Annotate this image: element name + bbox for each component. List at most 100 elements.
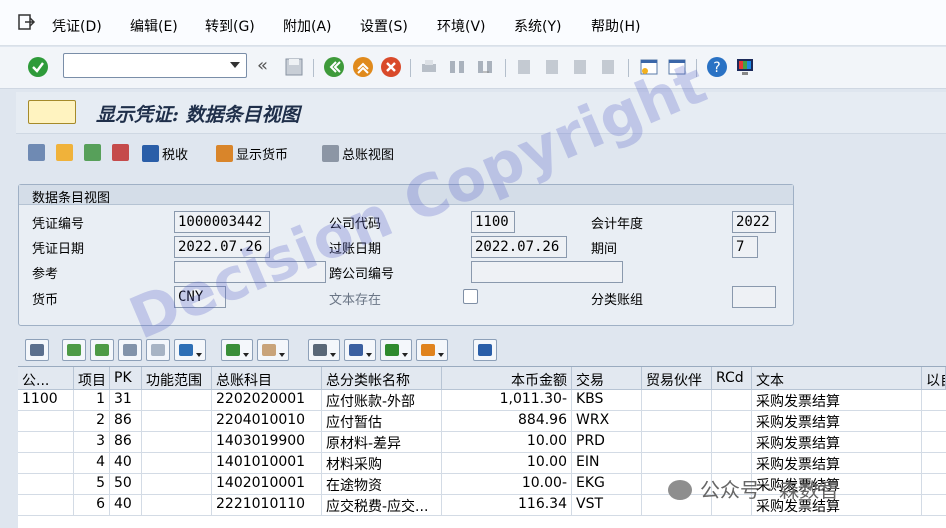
period-label: 期间 <box>591 242 618 257</box>
help-icon[interactable]: ? <box>706 56 728 78</box>
other-document-icon[interactable] <box>56 144 76 162</box>
menu-settings[interactable]: 设置(S) <box>360 16 408 36</box>
table-row[interactable]: 3 86 1403019900 原材料-差异 10.00 PRD 采购发票结算 <box>18 432 946 453</box>
display-overview-icon[interactable] <box>84 144 104 162</box>
table-row[interactable]: 2 86 2204010010 应付暂估 884.96 WRX 采购发票结算 <box>18 411 946 432</box>
text-exists-checkbox[interactable] <box>463 289 478 304</box>
reference-field[interactable] <box>174 261 326 283</box>
page-title: 显示凭证: 数据条目视图 <box>96 104 300 126</box>
fiscal-year-field[interactable]: 2022 <box>732 211 776 233</box>
table-row[interactable]: 4 40 1401010001 材料采购 10.00 EIN 采购发票结算 <box>18 453 946 474</box>
col-pk[interactable]: PK <box>110 367 142 390</box>
display-currency-button[interactable]: 显示货币 <box>216 144 288 163</box>
total-icon[interactable] <box>221 339 253 361</box>
first-page-icon[interactable] <box>513 56 535 78</box>
col-gl-account[interactable]: 总账科目 <box>212 367 322 390</box>
command-field[interactable] <box>63 53 247 78</box>
menu-goto[interactable]: 转到(G) <box>205 16 255 36</box>
col-company-code[interactable]: 公... <box>18 367 74 390</box>
svg-text:?: ? <box>713 60 720 76</box>
application-toolbar: 税收 显示货币 总账视图 <box>16 140 946 170</box>
cancel-icon[interactable] <box>380 56 402 78</box>
col-amount[interactable]: 本币金额 <box>442 367 572 390</box>
col-gl-name[interactable]: 总分类帐名称 <box>322 367 442 390</box>
menu-document[interactable]: 凭证(D) <box>52 16 102 36</box>
menu-bar: 凭证(D) 编辑(E) 转到(G) 附加(A) 设置(S) 环境(V) 系统(Y… <box>0 0 946 46</box>
display-hat-icon[interactable] <box>112 144 132 162</box>
menu-environment[interactable]: 环境(V) <box>437 16 486 36</box>
doc-date-label: 凭证日期 <box>32 242 85 257</box>
cross-company-label: 跨公司编号 <box>329 267 395 282</box>
sort-descending-icon[interactable] <box>90 339 114 361</box>
doc-number-label: 凭证编号 <box>32 217 85 232</box>
subtotal-icon[interactable] <box>257 339 289 361</box>
col-rcd[interactable]: RCd <box>712 367 752 390</box>
title-bar: 显示凭证: 数据条目视图 <box>16 92 946 134</box>
filter-icon[interactable] <box>174 339 206 361</box>
gl-view-button[interactable]: 总账视图 <box>322 144 394 163</box>
posting-date-label: 过账日期 <box>329 242 382 257</box>
ledger-group-field[interactable] <box>732 286 776 308</box>
customize-layout-icon[interactable] <box>734 56 756 78</box>
group-title: 数据条目视图 <box>19 185 793 206</box>
menu-edit[interactable]: 编辑(E) <box>130 16 178 36</box>
find-icon[interactable] <box>446 56 468 78</box>
currency-label: 货币 <box>32 293 59 308</box>
nav-back-icon[interactable]: « <box>257 55 268 76</box>
reference-label: 参考 <box>32 267 59 282</box>
shortcut-icon[interactable] <box>666 56 688 78</box>
details-icon[interactable] <box>25 339 49 361</box>
text-exists-label: 文本存在 <box>329 293 382 308</box>
export-icon[interactable] <box>380 339 412 361</box>
menu-extras[interactable]: 附加(A) <box>283 16 332 36</box>
save-icon[interactable] <box>283 56 305 78</box>
cross-company-field[interactable] <box>471 261 623 283</box>
information-icon[interactable] <box>473 339 497 361</box>
menu-system[interactable]: 系统(Y) <box>514 16 561 36</box>
wechat-icon <box>668 480 692 500</box>
print-icon[interactable] <box>418 56 440 78</box>
doc-number-field[interactable]: 1000003442 <box>174 211 270 233</box>
menu-options-button[interactable] <box>28 100 76 124</box>
col-functional-area[interactable]: 功能范围 <box>142 367 212 390</box>
line-item-grid: 公... 项目 PK 功能范围 总账科目 总分类帐名称 本币金额 交易 贸易伙伴… <box>18 366 946 528</box>
fiscal-year-label: 会计年度 <box>591 217 644 232</box>
exit-icon[interactable] <box>16 12 36 32</box>
currency-field[interactable]: CNY <box>174 286 226 308</box>
layout-icon[interactable] <box>416 339 448 361</box>
find-next-icon[interactable] <box>474 56 496 78</box>
company-code-label: 公司代码 <box>329 217 382 232</box>
header-group: 数据条目视图 凭证编号 1000003442 公司代码 1100 会计年度 20… <box>18 184 794 326</box>
company-code-field[interactable]: 1100 <box>471 211 515 233</box>
col-transaction[interactable]: 交易 <box>572 367 642 390</box>
enter-icon[interactable] <box>27 56 49 78</box>
command-dropdown-icon[interactable] <box>230 62 240 68</box>
find-grid-icon[interactable] <box>118 339 142 361</box>
views-icon[interactable] <box>344 339 376 361</box>
table-row[interactable]: 1100 1 31 2202020001 应付账款-外部 1,011.30- K… <box>18 390 946 411</box>
ledger-icon <box>322 145 339 162</box>
ledger-group-label: 分类账组 <box>591 293 644 308</box>
posting-date-field[interactable]: 2022.07.26 <box>471 236 567 258</box>
col-item[interactable]: 项目 <box>74 367 110 390</box>
col-trading-partner[interactable]: 贸易伙伴 <box>642 367 712 390</box>
menu-help[interactable]: 帮助(H) <box>591 16 640 36</box>
grid-toolbar <box>18 336 946 364</box>
exit-round-icon[interactable] <box>352 56 374 78</box>
back-icon[interactable] <box>323 56 345 78</box>
info-icon <box>142 145 159 162</box>
period-field[interactable]: 7 <box>732 236 758 258</box>
find-next-grid-icon[interactable] <box>146 339 170 361</box>
last-page-icon[interactable] <box>597 56 619 78</box>
next-page-icon[interactable] <box>569 56 591 78</box>
footer-brand: 公众号 · 森数智 <box>668 474 839 503</box>
sort-ascending-icon[interactable] <box>62 339 86 361</box>
previous-page-icon[interactable] <box>541 56 563 78</box>
col-text[interactable]: 文本 <box>752 367 922 390</box>
new-session-icon[interactable] <box>638 56 660 78</box>
col-assignment[interactable]: 以自 <box>922 367 946 390</box>
change-icon[interactable] <box>28 144 48 162</box>
tax-button[interactable]: 税收 <box>142 144 188 163</box>
print-preview-icon[interactable] <box>308 339 340 361</box>
doc-date-field[interactable]: 2022.07.26 <box>174 236 270 258</box>
